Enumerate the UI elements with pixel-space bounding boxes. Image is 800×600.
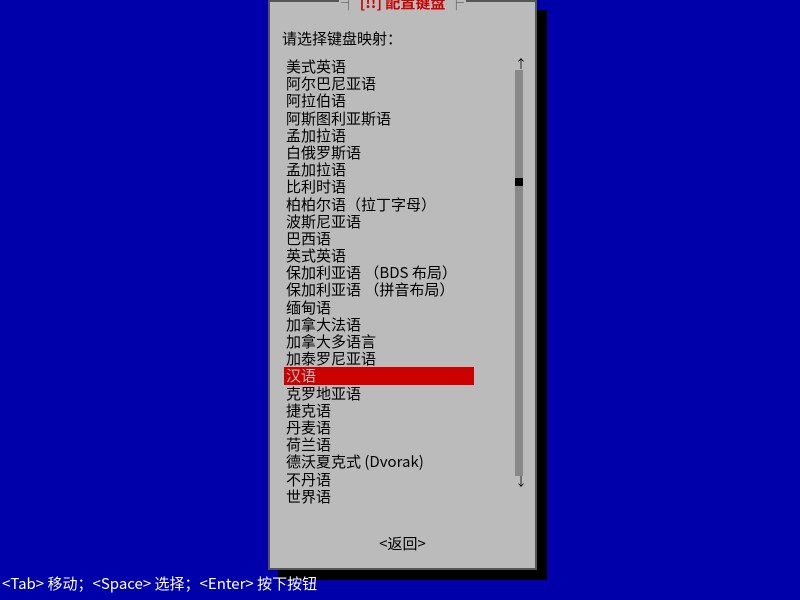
keyboard-config-dialog: ┤ [!!] 配置键盘 ├ 请选择键盘映射： 美式英语阿尔巴尼亚语阿拉伯语阿斯图… [268,0,537,570]
keyboard-list[interactable]: 美式英语阿尔巴尼亚语阿拉伯语阿斯图利亚斯语孟加拉语白俄罗斯语孟加拉语比利时语柏柏… [284,58,524,505]
key-hints: <Tab> 移动；<Space> 选择；<Enter> 按下按钮 [2,573,317,594]
title-bang: [!!] [360,0,382,13]
title-prefix: ┤ [341,0,359,13]
dialog-title-bar: ┤ [!!] 配置键盘 ├ [270,0,535,13]
scroll-down-arrow[interactable]: ↓ [515,476,523,488]
list-item[interactable]: 阿拉伯语 [284,92,524,109]
scroll-track[interactable] [515,70,523,476]
scrollbar[interactable]: ↑ ↓ [515,58,523,488]
list-item[interactable]: 德沃夏克式 (Dvorak) [284,453,524,470]
scroll-up-arrow[interactable]: ↑ [515,58,523,70]
list-item[interactable]: 世界语 [284,488,524,505]
list-item[interactable]: 汉语 [284,367,474,384]
list-item[interactable]: 加泰罗尼亚语 [284,350,524,367]
title-suffix: ├ [445,0,463,13]
scroll-thumb[interactable] [515,178,523,186]
list-item[interactable]: 比利时语 [284,178,524,195]
back-button[interactable]: <返回> [270,533,535,554]
title-text: 配置键盘 [382,0,445,13]
prompt-text: 请选择键盘映射： [282,28,402,49]
